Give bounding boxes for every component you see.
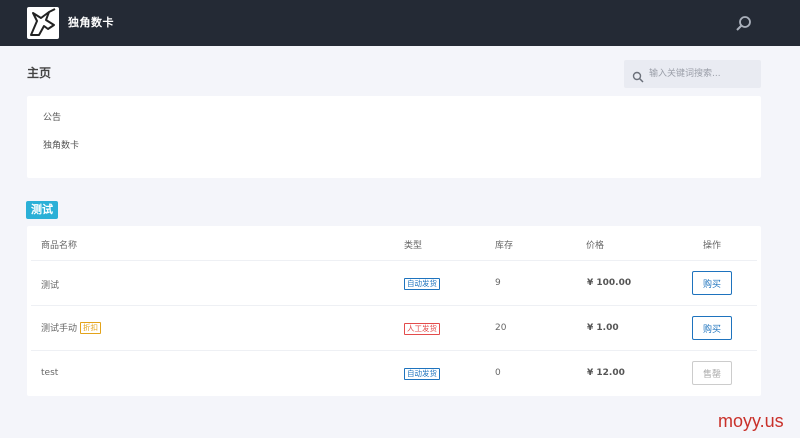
header-name: 商品名称 <box>41 241 78 251</box>
product-name-label: 测试 <box>41 281 60 291</box>
delivery-type-badge: 自动发货 <box>404 278 440 290</box>
search-input[interactable] <box>649 60 757 88</box>
delivery-type-badge: 人工发货 <box>404 323 440 335</box>
table-row: test 自动发货 0 ¥ 12.00 售罄 <box>31 350 757 395</box>
header-price: 价格 <box>586 241 605 251</box>
table-row: 测试手动 折扣 人工发货 20 ¥ 1.00 购买 <box>31 305 757 350</box>
header-action: 操作 <box>703 241 722 251</box>
search-icon <box>632 68 644 83</box>
brand-name[interactable]: 独角数卡 <box>68 14 114 30</box>
stock-value: 0 <box>495 368 501 378</box>
header-type: 类型 <box>404 241 423 251</box>
header-stock: 库存 <box>495 241 514 251</box>
product-table: 商品名称 类型 库存 价格 操作 测试 自动发货 9 ¥ 100.00 购买 测… <box>27 226 761 396</box>
search-box[interactable] <box>624 60 761 88</box>
buy-button[interactable]: 购买 <box>692 271 732 295</box>
search-icon[interactable] <box>735 15 753 33</box>
top-navbar: 独角数卡 <box>0 0 800 46</box>
product-name[interactable]: test <box>41 368 58 378</box>
product-name[interactable]: 测试 <box>41 278 59 291</box>
watermark: moyy.us <box>718 411 784 431</box>
page-title: 主页 <box>27 66 52 80</box>
category-tag[interactable]: 测试 <box>26 201 58 219</box>
unicorn-logo-icon[interactable] <box>27 7 59 39</box>
notice-card: 公告 独角数卡 <box>27 96 761 178</box>
stock-value: 9 <box>495 278 501 288</box>
price-value: ¥ 100.00 <box>587 278 632 288</box>
stock-value: 20 <box>495 323 507 333</box>
buy-button[interactable]: 购买 <box>692 316 732 340</box>
notice-body: 独角数卡 <box>43 141 80 151</box>
product-name-label: 测试手动 <box>41 324 78 334</box>
discount-badge: 折扣 <box>80 322 102 334</box>
product-name[interactable]: 测试手动 折扣 <box>41 321 102 334</box>
delivery-type-badge: 自动发货 <box>404 368 440 380</box>
price-value: ¥ 12.00 <box>587 368 625 378</box>
price-value: ¥ 1.00 <box>587 323 619 333</box>
notice-title: 公告 <box>43 113 62 123</box>
table-row: 测试 自动发货 9 ¥ 100.00 购买 <box>31 260 757 305</box>
product-name-label: test <box>41 368 59 378</box>
sold-out-button[interactable]: 售罄 <box>692 361 732 385</box>
